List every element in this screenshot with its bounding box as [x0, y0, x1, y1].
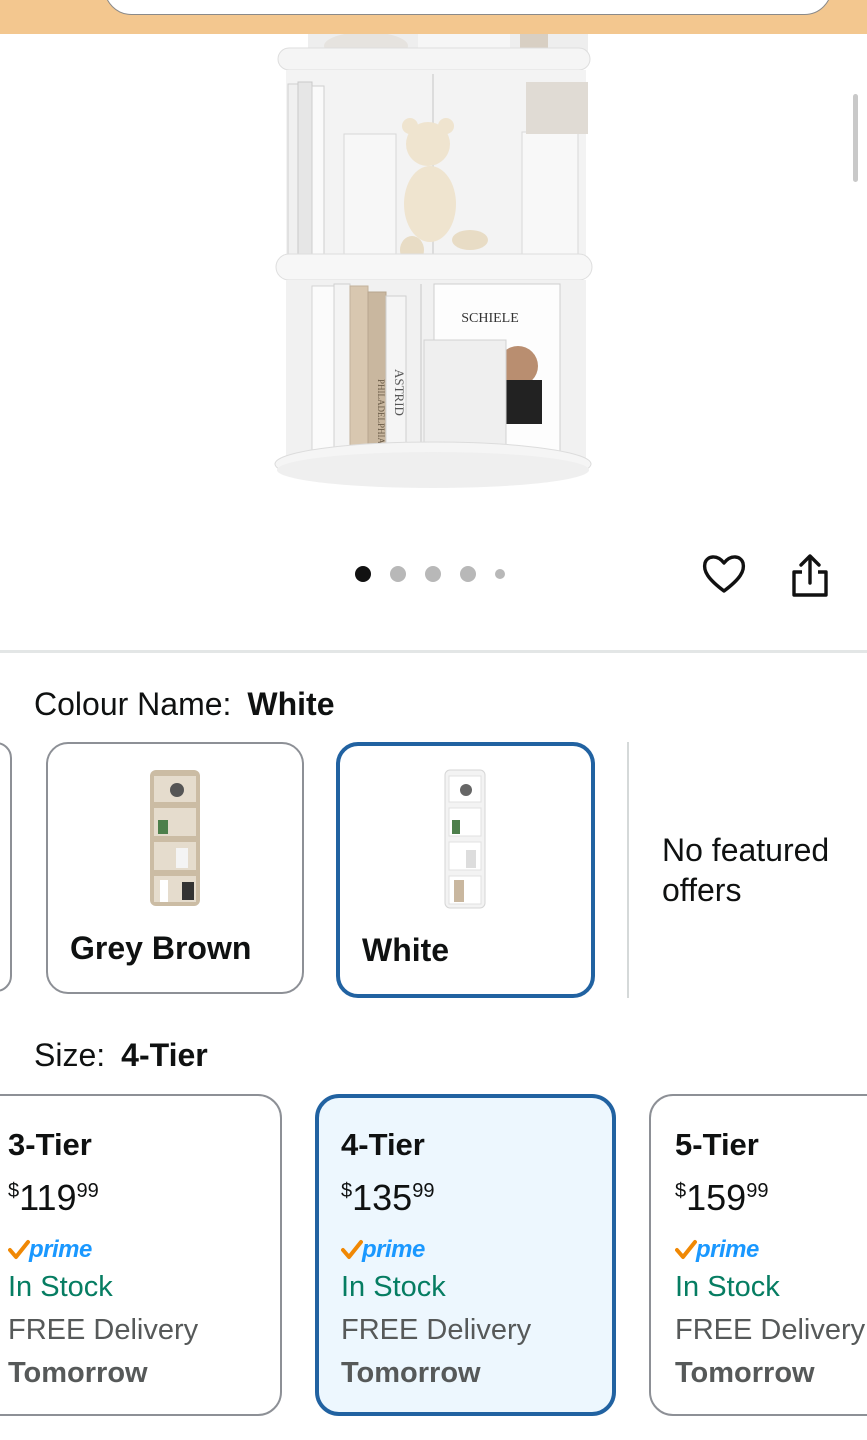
header-bar — [0, 0, 867, 34]
schiele-book-title: SCHIELE — [461, 311, 519, 326]
delivery-text: FREE Delivery — [341, 1314, 532, 1346]
svg-text:PHILADELPHIA: PHILADELPHIA — [376, 379, 386, 444]
colour-option-white[interactable]: White — [336, 742, 595, 998]
colour-swatch-partial[interactable] — [0, 742, 12, 992]
size-option-price: $13599 — [341, 1178, 531, 1222]
colour-label: Colour Name: White — [34, 686, 335, 723]
size-option-price: $15999 — [675, 1178, 865, 1222]
size-option-price: $11999 — [8, 1178, 198, 1222]
product-image[interactable]: PHILADELPHIA ASTRID SCHIELE — [0, 34, 867, 554]
size-option-name: 5-Tier — [675, 1127, 759, 1162]
grey-brown-bookcase-thumbnail — [150, 770, 200, 906]
prime-logo-text: prime — [29, 1236, 92, 1263]
svg-text:ASTRID: ASTRID — [392, 369, 407, 416]
size-label-text: Size: — [34, 1037, 106, 1073]
bookcase-photo: PHILADELPHIA ASTRID SCHIELE — [274, 34, 593, 488]
price-whole: 119 — [19, 1177, 77, 1218]
size-option-4-tier[interactable]: 4-Tier $13599 prime In Stock FREE Delive… — [315, 1094, 616, 1416]
price-whole: 135 — [352, 1177, 413, 1218]
stock-status: In Stock — [341, 1271, 446, 1303]
prime-logo-text: prime — [362, 1236, 425, 1263]
delivery-text: FREE Delivery — [675, 1314, 866, 1346]
size-selected-value: 4-Tier — [121, 1037, 208, 1073]
prime-badge: prime — [341, 1234, 531, 1266]
vertical-divider — [627, 742, 629, 998]
prime-check-icon — [341, 1240, 363, 1259]
prime-badge: prime — [675, 1234, 865, 1266]
prime-logo-text: prime — [696, 1236, 759, 1263]
price-currency: $ — [8, 1180, 20, 1202]
white-bookcase-thumbnail — [444, 769, 486, 909]
size-option-3-tier[interactable]: 3-Tier $11999 prime In Stock FREE Delive… — [0, 1094, 282, 1416]
delivery-date: Tomorrow — [8, 1357, 148, 1389]
size-option-name: 4-Tier — [341, 1127, 425, 1162]
prime-check-icon — [675, 1240, 697, 1259]
heart-outline-icon[interactable] — [700, 550, 748, 598]
price-fraction: 99 — [412, 1180, 435, 1202]
share-icon[interactable] — [786, 550, 834, 600]
pagination-dot[interactable] — [355, 566, 371, 582]
size-label: Size: 4-Tier — [34, 1037, 208, 1074]
pagination-dot[interactable] — [425, 566, 441, 582]
delivery-date: Tomorrow — [675, 1357, 815, 1389]
delivery-text: FREE Delivery — [8, 1314, 199, 1346]
pagination-dot[interactable] — [495, 569, 505, 579]
search-bar[interactable] — [104, 0, 832, 15]
colour-label-text: Colour Name: — [34, 686, 232, 722]
colour-option-label: Grey Brown — [70, 930, 252, 966]
colour-option-label: White — [362, 932, 450, 968]
price-whole: 159 — [686, 1177, 747, 1218]
pagination-dot[interactable] — [390, 566, 406, 582]
prime-badge: prime — [8, 1234, 198, 1266]
scrollbar-thumb[interactable] — [853, 94, 858, 182]
size-option-5-tier[interactable]: 5-Tier $15999 prime In Stock FREE Delive… — [649, 1094, 867, 1416]
price-fraction: 99 — [746, 1180, 769, 1202]
image-pagination — [355, 566, 524, 582]
stock-status: In Stock — [675, 1271, 780, 1303]
delivery-date: Tomorrow — [341, 1357, 481, 1389]
section-divider — [0, 650, 867, 653]
price-currency: $ — [341, 1180, 353, 1202]
colour-selected-value: White — [247, 686, 335, 722]
prime-check-icon — [8, 1240, 30, 1259]
stock-status: In Stock — [8, 1271, 113, 1303]
colour-option-grey-brown[interactable]: Grey Brown — [46, 742, 304, 994]
no-featured-offers-text: No featured offers — [662, 832, 830, 908]
pagination-dot[interactable] — [460, 566, 476, 582]
price-currency: $ — [675, 1180, 687, 1202]
size-option-name: 3-Tier — [8, 1127, 92, 1162]
price-fraction: 99 — [76, 1180, 99, 1202]
